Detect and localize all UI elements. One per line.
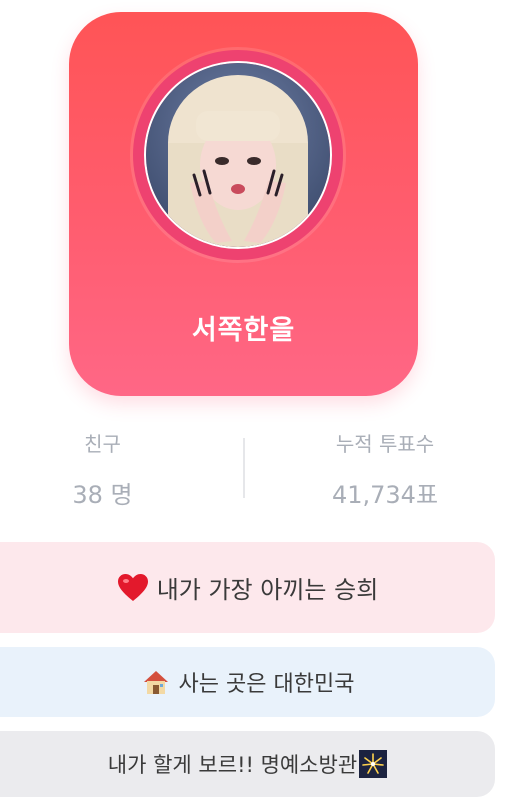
stats-section: 친구 38 명 누적 투표수 41,734표 [0, 428, 512, 510]
bio-line-home-text: 사는 곳은 대한민국 [178, 672, 355, 697]
stats-divider [243, 438, 245, 498]
heart-icon [117, 573, 149, 603]
bio-line-hobby-text: 내가 할게 보르!! 명예소방관 [107, 753, 358, 777]
bio-line-home: 사는 곳은 대한민국 [0, 647, 495, 717]
friends-count: 38 명 [72, 481, 133, 509]
house-icon [141, 668, 171, 696]
profile-card: 서쪽한을 [69, 12, 418, 396]
votes-count: 41,734표 [331, 481, 439, 509]
friends-stat[interactable]: 친구 38 명 [55, 428, 150, 510]
friends-label: 친구 [84, 432, 121, 456]
fireworks-icon [359, 750, 388, 778]
avatar-ring [133, 50, 343, 260]
profile-photo-icon [146, 63, 330, 247]
bio-line-favorite-text: 내가 가장 아끼는 승희 [156, 576, 379, 604]
bio-line-hobby: 내가 할게 보르!! 명예소방관 [0, 731, 495, 797]
votes-label: 누적 투표수 [335, 432, 435, 456]
avatar[interactable] [144, 61, 332, 249]
bio-line-favorite: 내가 가장 아끼는 승희 [0, 542, 495, 633]
votes-stat[interactable]: 누적 투표수 41,734표 [310, 428, 460, 510]
nickname: 서쪽한을 [191, 315, 296, 346]
